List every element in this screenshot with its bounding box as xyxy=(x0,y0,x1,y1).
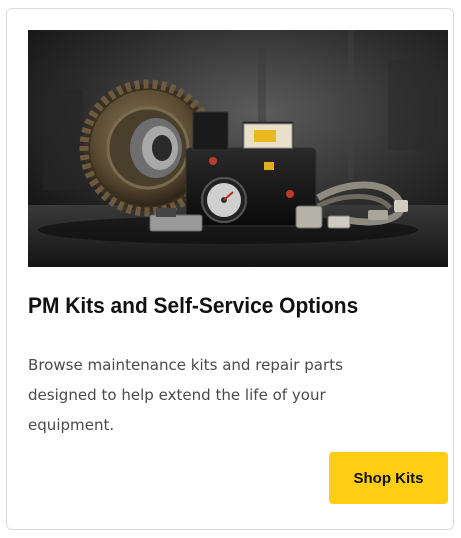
shop-kits-button[interactable]: Shop Kits xyxy=(329,452,448,504)
card-title: PM Kits and Self-Service Options xyxy=(28,293,359,318)
pm-kits-card: PM Kits and Self-Service Options Browse … xyxy=(6,8,454,530)
maintenance-parts-photo xyxy=(28,30,448,267)
card-description: Browse maintenance kits and repair parts… xyxy=(28,356,343,434)
hero-image xyxy=(28,30,448,267)
